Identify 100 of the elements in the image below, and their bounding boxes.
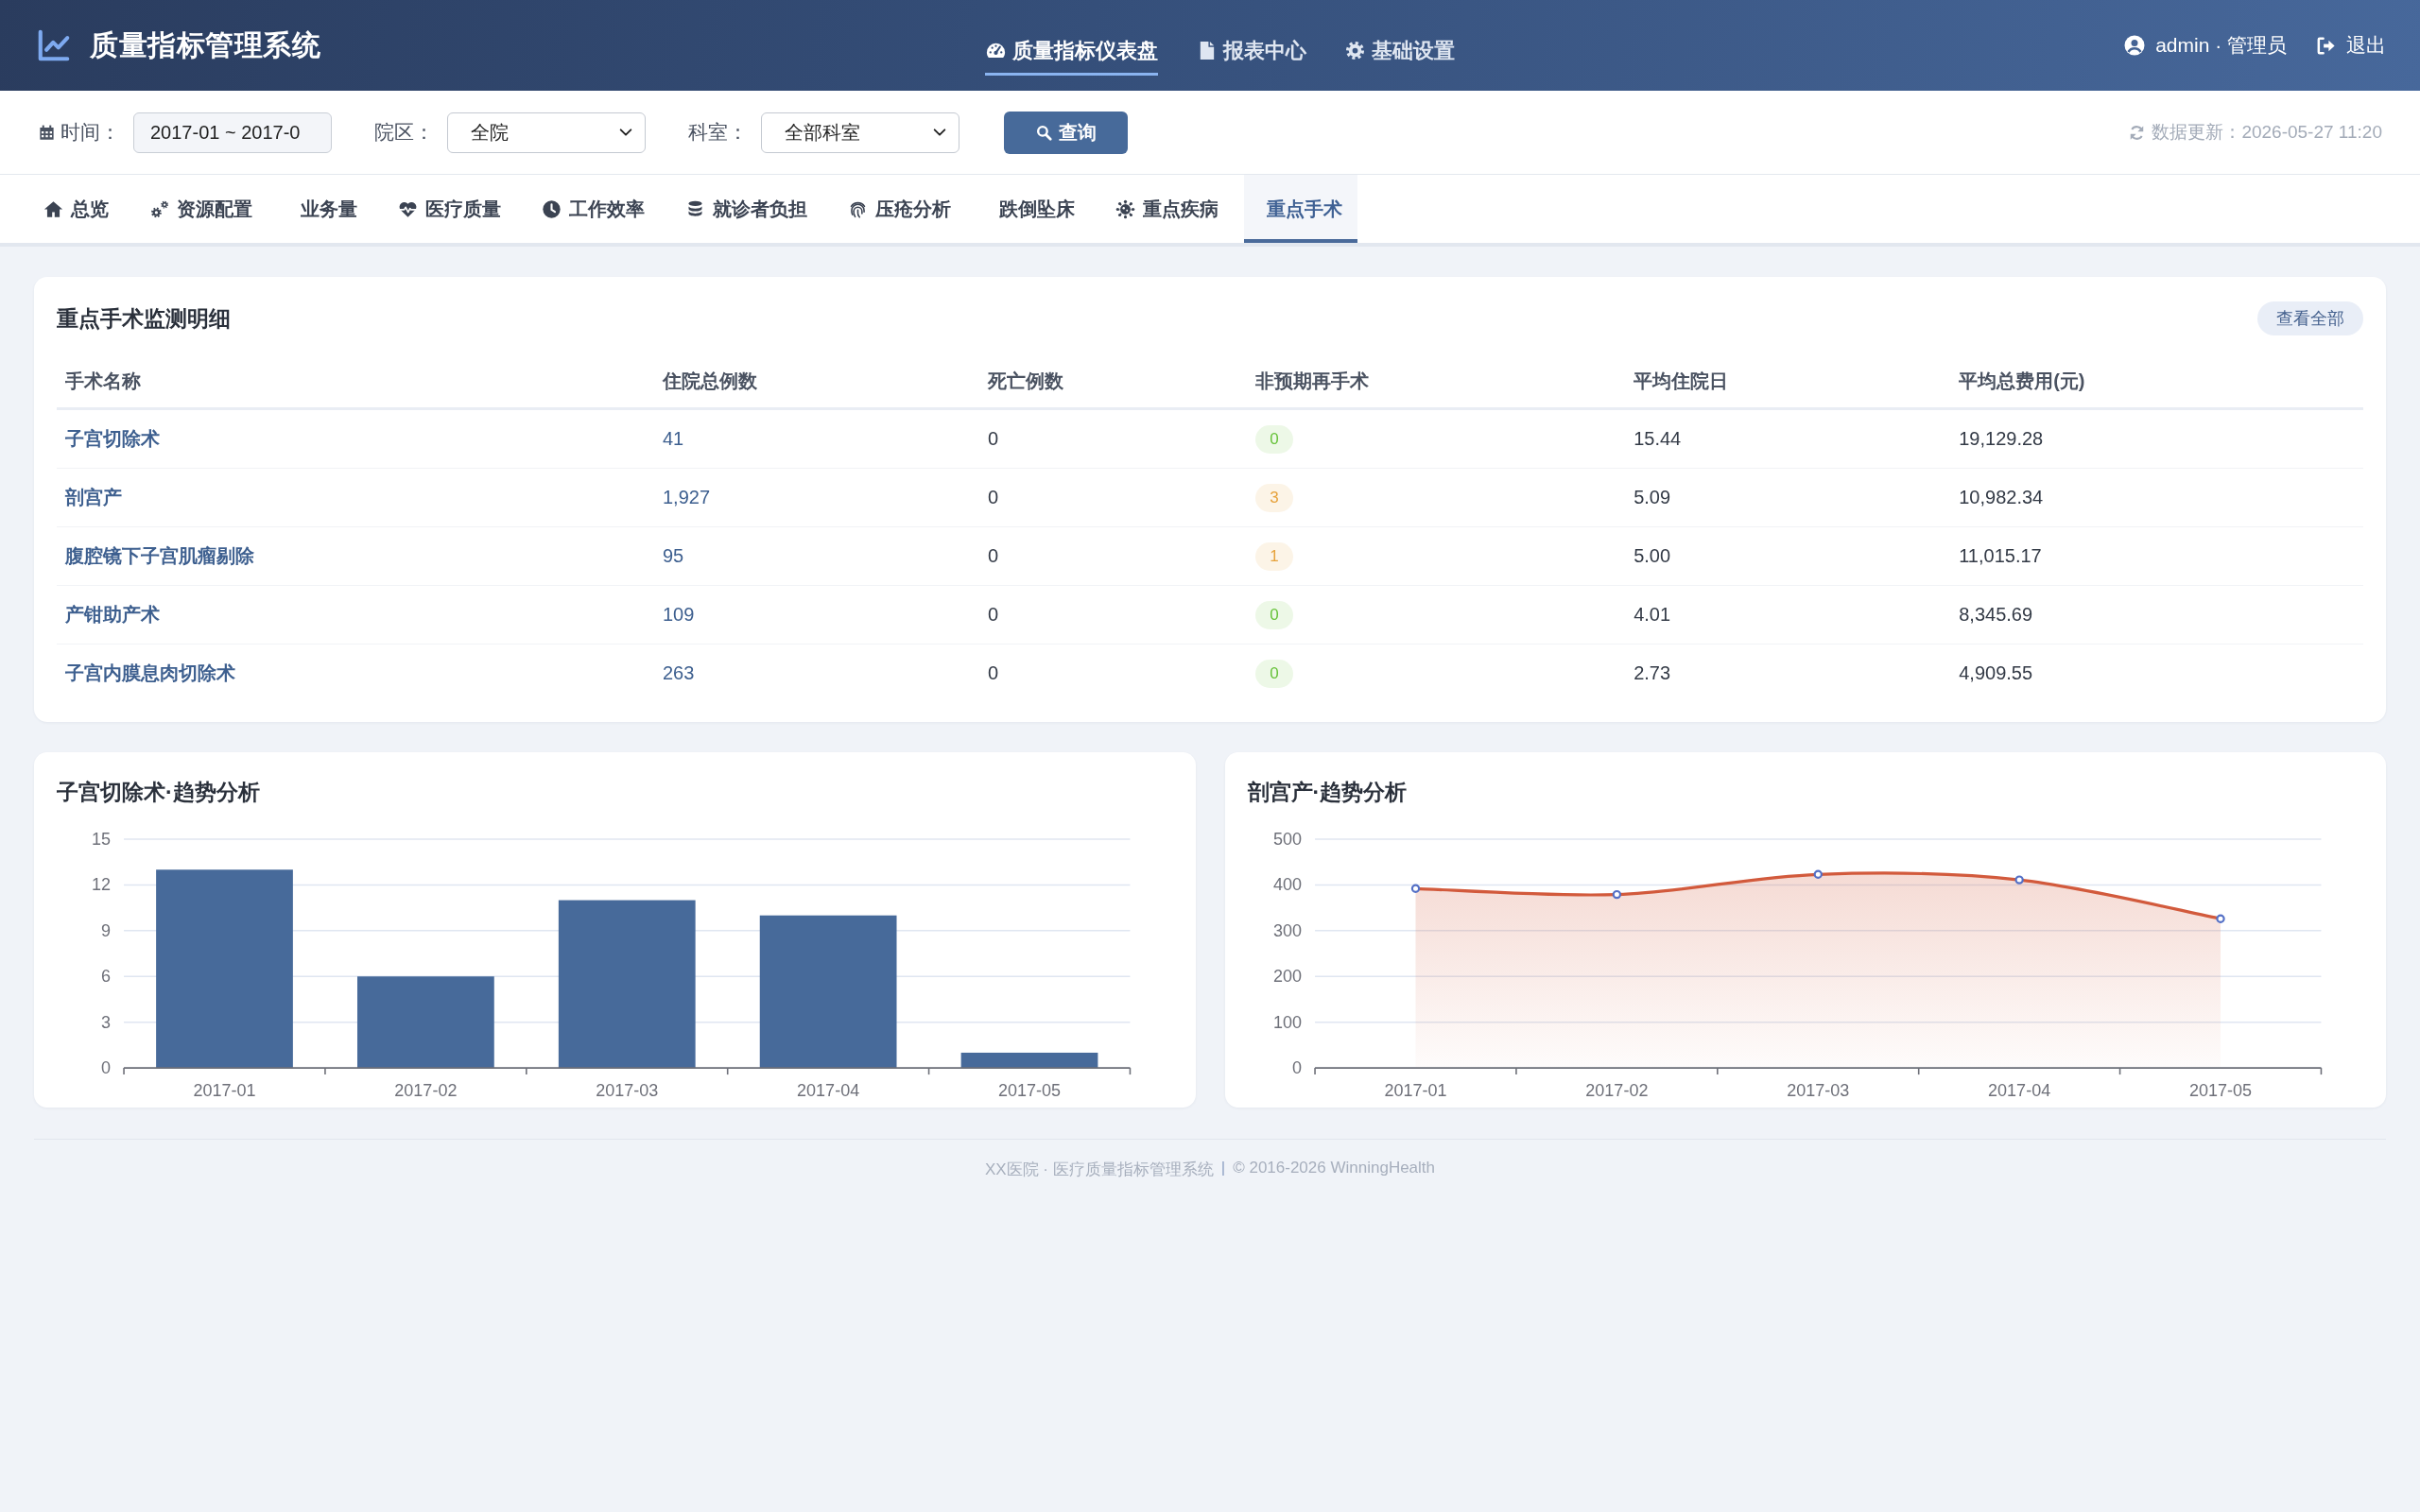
campus-select[interactable]: 全院 [447,112,646,153]
tab[interactable]: 总览 [28,175,124,243]
x-axis-label: 2017-04 [1987,1081,2050,1099]
data-point [1612,889,1621,900]
footer-separator: | [1220,1159,1226,1179]
filter-label: 院区： [374,120,434,145]
column-header: 住院总例数 [653,355,979,409]
column-header: 死亡例数 [979,355,1247,409]
table-cell: 0 [979,585,1247,644]
table-cell: 5.00 [1625,526,1951,586]
table-cell: 4,909.55 [1950,644,2363,702]
table-cell: 4.01 [1625,585,1951,644]
data-point [2215,914,2225,923]
surgery-name-link[interactable]: 产钳助产术 [65,604,160,625]
data-point [1813,869,1823,879]
count-badge: 0 [1255,659,1293,688]
y-axis-label: 400 [1272,875,1302,895]
user-name: admin · 管理员 [2155,33,2287,58]
chart-title: 剖宫产·趋势分析 [1247,779,1409,805]
x-axis-label: 2017-05 [998,1081,1062,1099]
tab[interactable]: 重点疾病 [1100,175,1234,243]
table-cell: 19,129.28 [1950,408,2363,469]
x-axis-label: 2017-02 [1584,1081,1648,1099]
table-cell: 10,982.34 [1950,468,2363,527]
home-icon [43,198,63,219]
y-axis-label: 300 [1272,920,1302,940]
surgery-name-link[interactable]: 子宫切除术 [65,428,160,449]
y-axis-label: 12 [92,875,112,895]
gears-icon [149,198,169,219]
surgery-name-link[interactable]: 子宫内膜息肉切除术 [65,662,235,683]
x-axis-label: 2017-03 [1786,1081,1849,1099]
copyright-text: © 2016-2026 WinningHealth [1233,1159,1435,1179]
x-axis-label: 2017-05 [2188,1081,2252,1099]
nav-link[interactable]: 报表中心 [1195,28,1306,76]
app-title: 质量指标管理系统 [90,27,320,62]
count-badge: 1 [1255,541,1293,571]
tab[interactable]: 跌倒坠床 [977,175,1090,243]
data-point [1410,884,1420,893]
y-axis-label: 9 [101,920,112,940]
nav-link[interactable]: 基础设置 [1343,28,1455,76]
card-title: 重点手术监测明细 [57,305,231,332]
date-range-input[interactable]: 2017-01 ~ 2017-0 [133,112,332,153]
count-badge: 0 [1255,600,1293,629]
table-cell: 0 [979,408,1247,469]
chart-title: 子宫切除术·趋势分析 [57,779,261,805]
view-all-button[interactable]: 查看全部 [2257,301,2363,335]
count-badge: 0 [1255,424,1293,454]
query-button[interactable]: 查询 [1004,111,1128,154]
y-axis-label: 15 [92,830,112,849]
clock-icon [542,198,562,219]
tab[interactable]: 压疮分析 [833,175,966,243]
filter-label: 时间： [60,120,120,145]
table-cell: 95 [653,526,979,586]
column-header: 平均总费用(元) [1950,355,2363,409]
column-header: 手术名称 [57,355,654,409]
surgery-name-link[interactable]: 腹腔镜下子宫肌瘤剔除 [65,545,254,566]
table-cell: 0 [979,526,1247,586]
virus-icon [1115,198,1135,219]
table-cell: 5.09 [1625,468,1951,527]
logout-link[interactable]: 退出 [2315,32,2386,59]
y-axis-label: 6 [101,967,112,987]
table-cell: 41 [653,408,979,469]
update-time-text: 数据更新：2026-05-27 11:20 [2152,121,2382,144]
search-icon [1035,123,1053,142]
calendar-icon [38,123,56,142]
department-select[interactable]: 全部科室 [761,112,959,153]
table-cell: 15.44 [1625,408,1951,469]
table-cell: 109 [653,585,979,644]
column-header: 非预期再手术 [1247,355,1626,409]
tab[interactable]: 就诊者负担 [670,175,822,243]
y-axis-label: 0 [1291,1058,1302,1078]
y-axis-label: 200 [1272,967,1302,987]
x-axis-label: 2017-03 [596,1081,659,1099]
y-axis-label: 100 [1272,1012,1302,1032]
table-cell: 11,015.17 [1950,526,2363,586]
tab[interactable]: 重点手术 [1244,175,1357,243]
count-badge: 3 [1255,483,1293,512]
x-axis-label: 2017-04 [797,1081,860,1099]
y-axis-label: 500 [1272,830,1302,849]
table-cell: 263 [653,644,979,702]
table-cell: 0 [979,468,1247,527]
table-cell: 2.73 [1625,644,1951,702]
nav-link[interactable]: 质量指标仪表盘 [984,28,1158,76]
data-point [2014,875,2024,885]
x-axis-label: 2017-01 [1383,1081,1447,1099]
x-axis-label: 2017-01 [193,1081,256,1099]
column-header: 平均住院日 [1625,355,1951,409]
table-cell: 1,927 [653,468,979,527]
filter-label: 科室： [688,120,748,145]
tab[interactable]: 资源配置 [134,175,268,243]
gear-icon [1343,40,1366,61]
table-cell: 8,345.69 [1950,585,2363,644]
x-axis-label: 2017-02 [394,1081,458,1099]
table-cell: 0 [979,644,1247,702]
y-axis-label: 3 [101,1012,112,1032]
surgery-name-link[interactable]: 剖宫产 [65,487,122,507]
tab[interactable]: 工作效率 [527,175,660,243]
tab[interactable]: 业务量 [278,175,372,243]
user-icon [2123,34,2147,57]
tab[interactable]: 医疗质量 [383,175,516,243]
